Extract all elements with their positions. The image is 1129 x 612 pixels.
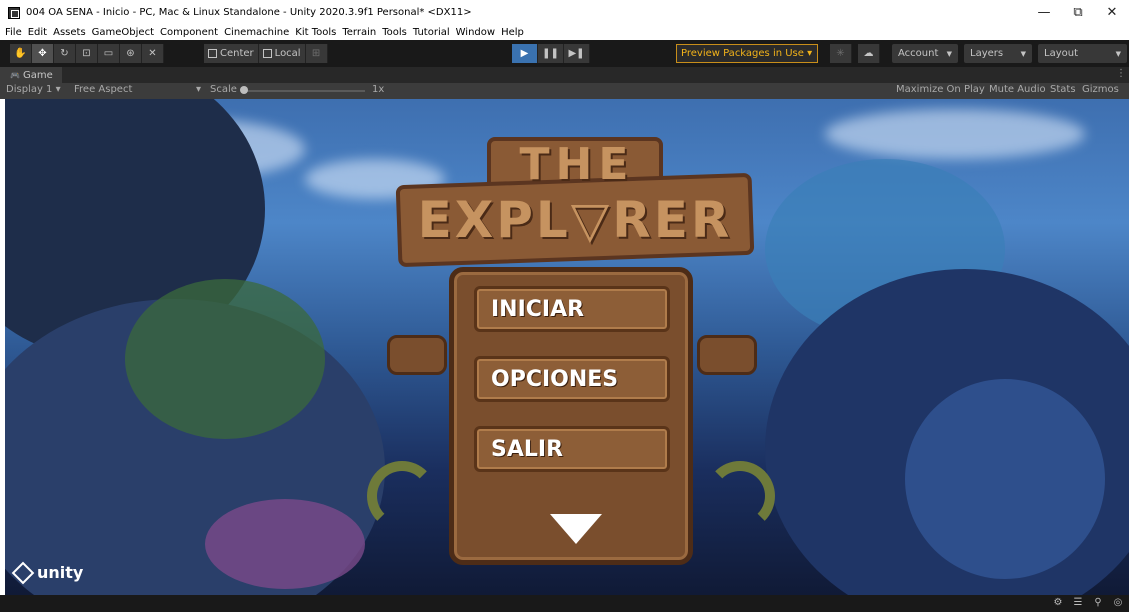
menu-tools[interactable]: Tools xyxy=(382,27,407,38)
hand-tool-icon[interactable]: ✋ xyxy=(10,44,32,63)
menu-kit-tools[interactable]: Kit Tools xyxy=(295,27,336,38)
menu-tutorial[interactable]: Tutorial xyxy=(413,27,450,38)
display-dropdown[interactable]: Display 1 ▾ xyxy=(6,84,61,95)
menu-bar: File Edit Assets GameObject Component Ci… xyxy=(0,24,1129,40)
logo-title-line1: THE xyxy=(519,139,635,190)
unity-logo: unity xyxy=(11,561,84,584)
layout-label: Layout xyxy=(1044,48,1078,59)
pivot-local-toggle[interactable]: Local xyxy=(258,44,306,63)
board-arm-left xyxy=(387,335,447,375)
game-view-toolbar: Display 1 ▾ Free Aspect ▾ Scale 1x Maxim… xyxy=(0,83,1129,99)
play-button[interactable]: ▶ xyxy=(512,44,538,63)
tentacle-left xyxy=(367,461,437,531)
aspect-chevron-icon[interactable]: ▾ xyxy=(196,84,201,95)
debug-icon[interactable]: ⚲ xyxy=(1091,597,1105,609)
chevron-down-icon: ▾ xyxy=(55,84,61,95)
tab-game-label: Game xyxy=(22,69,53,81)
menu-component[interactable]: Component xyxy=(160,27,218,38)
chevron-down-icon: ▼ xyxy=(1020,49,1026,58)
tab-game[interactable]: 🎮 Game xyxy=(0,67,62,83)
gizmos-dropdown[interactable]: Gizmos xyxy=(1082,84,1119,95)
transform-tools: ✋ ✥ ↻ ⊡ ▭ ⊛ ✕ xyxy=(10,44,164,63)
space-label: Local xyxy=(274,48,301,59)
display-label: Display 1 xyxy=(6,84,53,95)
layout-dropdown[interactable]: Layout ▼ xyxy=(1038,44,1127,63)
maximize-button[interactable]: ⧉ xyxy=(1061,0,1095,25)
stats-toggle[interactable]: Stats xyxy=(1050,84,1076,95)
rotate-tool-icon[interactable]: ↻ xyxy=(54,44,76,63)
preview-packages-dropdown[interactable]: Preview Packages in Use ▾ xyxy=(676,44,818,63)
logo-title-line2: EXPL▽RER xyxy=(417,191,733,249)
maximize-on-play-toggle[interactable]: Maximize On Play xyxy=(896,84,985,95)
transform-tool-icon[interactable]: ⊛ xyxy=(120,44,142,63)
menu-assets[interactable]: Assets xyxy=(53,27,86,38)
more-options-icon[interactable]: ⋮ xyxy=(1116,68,1126,79)
mushroom xyxy=(905,379,1105,579)
layers-dropdown[interactable]: Layers ▼ xyxy=(964,44,1032,63)
scale-value: 1x xyxy=(372,84,385,95)
minimize-button[interactable]: — xyxy=(1027,0,1061,25)
pivot-controls: Center Local ⊞ xyxy=(204,44,328,63)
unity-logo-text: unity xyxy=(37,563,84,582)
gamepad-icon: 🎮 xyxy=(10,70,20,80)
menu-edit[interactable]: Edit xyxy=(28,27,47,38)
unity-app-icon xyxy=(8,6,20,19)
game-logo: THE EXPL▽RER xyxy=(377,133,773,281)
account-dropdown[interactable]: Account ▼ xyxy=(892,44,958,63)
mute-audio-toggle[interactable]: Mute Audio xyxy=(989,84,1046,95)
scale-slider-track[interactable] xyxy=(243,90,365,92)
menu-terrain[interactable]: Terrain xyxy=(342,27,376,38)
menu-window[interactable]: Window xyxy=(456,27,495,38)
salir-button[interactable]: SALIR xyxy=(474,426,670,472)
play-controls: ▶ ❚❚ ▶❚ xyxy=(512,44,590,63)
moss xyxy=(125,279,325,439)
tentacle-right xyxy=(705,461,775,531)
pause-button[interactable]: ❚❚ xyxy=(538,44,564,63)
pivot-center-toggle[interactable]: Center xyxy=(204,44,259,63)
custom-tool-icon[interactable]: ✕ xyxy=(142,44,164,63)
cloud-icon[interactable]: ☁ xyxy=(858,44,880,63)
title-bar: 004 OA SENA - Inicio - PC, Mac & Linux S… xyxy=(0,0,1129,25)
collab-icon[interactable]: ✳ xyxy=(830,44,852,63)
status-icons: ⚙ ☰ ⚲ ◎ xyxy=(1045,597,1125,609)
main-menu-panel: INICIAR OPCIONES SALIR xyxy=(449,267,693,565)
scale-label: Scale xyxy=(210,84,237,95)
chevron-down-icon: ▼ xyxy=(1115,49,1121,58)
progress-icon[interactable]: ⚙ xyxy=(1051,597,1065,609)
pivot-icon xyxy=(208,49,217,58)
grid-snap-icon[interactable]: ⊞ xyxy=(305,44,328,63)
sky-cloud xyxy=(825,109,1085,159)
chevron-down-icon: ▼ xyxy=(946,49,952,58)
pivot-label: Center xyxy=(220,48,254,59)
auto-generate-lighting-icon[interactable]: ◎ xyxy=(1111,597,1125,609)
step-button[interactable]: ▶❚ xyxy=(564,44,590,63)
close-button[interactable]: ✕ xyxy=(1095,0,1129,25)
menu-file[interactable]: File xyxy=(5,27,22,38)
window-controls: — ⧉ ✕ xyxy=(1027,0,1129,25)
account-label: Account xyxy=(898,48,939,59)
opciones-button[interactable]: OPCIONES xyxy=(474,356,670,402)
unity-cube-icon xyxy=(11,561,35,584)
rect-tool-icon[interactable]: ▭ xyxy=(98,44,120,63)
local-icon xyxy=(262,49,272,58)
triangle-down-icon xyxy=(550,514,602,544)
cache-server-icon[interactable]: ☰ xyxy=(1071,597,1085,609)
main-toolbar: ✋ ✥ ↻ ⊡ ▭ ⊛ ✕ Center Local ⊞ ▶ ❚❚ ▶❚ Pre… xyxy=(0,40,1129,67)
scale-slider-thumb[interactable] xyxy=(240,86,248,94)
status-bar: ⚙ ☰ ⚲ ◎ xyxy=(0,595,1129,612)
aspect-label: Free Aspect xyxy=(74,84,133,95)
game-tab-bar: 🎮 Game ⋮ xyxy=(0,67,1129,83)
board-arm-right xyxy=(697,335,757,375)
iniciar-button[interactable]: INICIAR xyxy=(474,286,670,332)
window-title: 004 OA SENA - Inicio - PC, Mac & Linux S… xyxy=(26,7,472,18)
layers-label: Layers xyxy=(970,48,1004,59)
menu-gameobject[interactable]: GameObject xyxy=(92,27,154,38)
aspect-dropdown[interactable]: Free Aspect xyxy=(74,84,132,95)
game-view[interactable]: THE EXPL▽RER INICIAR OPCIONES SALIR unit… xyxy=(5,99,1129,595)
scale-tool-icon[interactable]: ⊡ xyxy=(76,44,98,63)
menu-cinemachine[interactable]: Cinemachine xyxy=(224,27,289,38)
creature xyxy=(205,499,365,589)
move-tool-icon[interactable]: ✥ xyxy=(32,44,54,63)
menu-help[interactable]: Help xyxy=(501,27,524,38)
